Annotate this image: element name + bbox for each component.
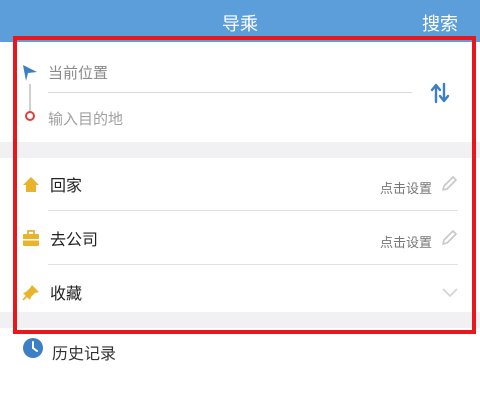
home-icon xyxy=(23,177,39,192)
history-label: 历史记录 xyxy=(52,344,117,363)
pencil-icon[interactable] xyxy=(440,229,458,247)
briefcase-icon xyxy=(23,230,39,246)
clock-icon xyxy=(23,338,43,358)
divider xyxy=(48,210,458,211)
set-home-hint[interactable]: 点击设置 xyxy=(380,178,432,197)
list-item-label: 回家 xyxy=(50,176,83,195)
route-input-card: 当前位置 输入目的地 xyxy=(0,42,480,142)
list-item-label: 去公司 xyxy=(50,230,99,249)
destination-input[interactable]: 输入目的地 xyxy=(48,108,123,129)
top-bar: 导乘 搜索 xyxy=(0,0,480,42)
swap-route-icon[interactable] xyxy=(430,82,450,104)
start-flag-icon xyxy=(23,65,37,81)
history-row[interactable]: 历史记录 xyxy=(0,328,480,396)
shortcut-list: 回家 点击设置 去公司 点击设置 收藏 xyxy=(0,158,480,312)
start-location-field[interactable]: 当前位置 xyxy=(48,62,108,83)
destination-marker-icon xyxy=(25,111,35,121)
page-title: 导乘 xyxy=(222,14,258,35)
list-item-label: 收藏 xyxy=(50,284,83,303)
chevron-down-icon[interactable] xyxy=(442,288,458,298)
divider xyxy=(48,264,458,265)
list-item-company[interactable]: 去公司 点击设置 xyxy=(0,212,480,264)
list-item-favorites[interactable]: 收藏 xyxy=(0,266,480,318)
list-item-home[interactable]: 回家 点击设置 xyxy=(0,158,480,210)
divider xyxy=(48,92,412,93)
pin-icon xyxy=(22,285,39,301)
route-connector xyxy=(29,84,31,112)
search-button[interactable]: 搜索 xyxy=(422,10,458,36)
pencil-icon[interactable] xyxy=(440,175,458,193)
set-company-hint[interactable]: 点击设置 xyxy=(380,232,432,251)
